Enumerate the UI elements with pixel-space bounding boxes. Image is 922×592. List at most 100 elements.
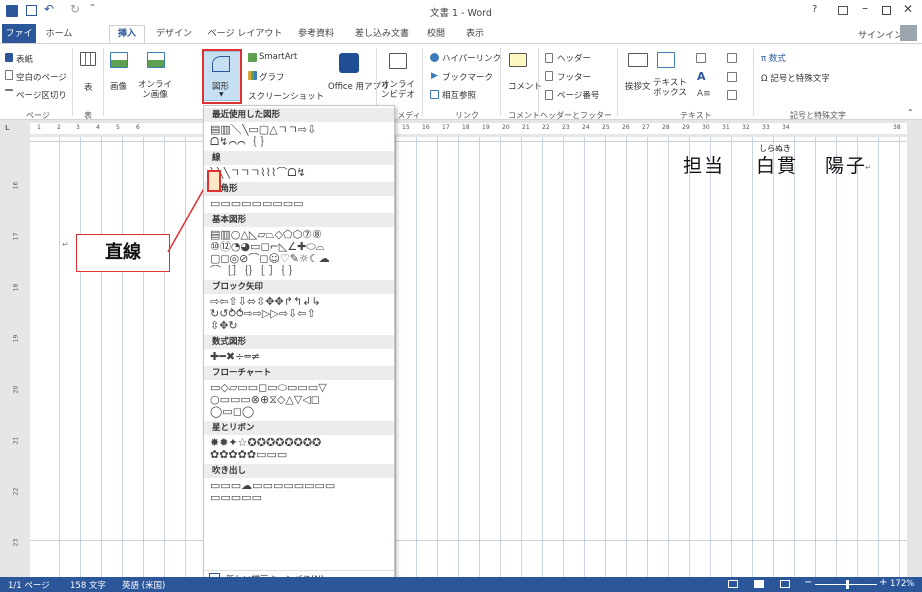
grid-line <box>584 137 585 577</box>
shape-row[interactable]: ⑩⑫◔◕▭◻⌐◺∠✚⬭⌓ <box>210 241 392 253</box>
header-icon <box>545 53 553 63</box>
ruler-number: 6 <box>136 124 140 131</box>
screenshot-button[interactable]: スクリーンショット <box>248 90 324 102</box>
ruler-number: 25 <box>602 124 610 131</box>
ruler-number: 20 <box>502 124 510 131</box>
shape-row[interactable]: ○▭▭▭⊗⊕⧖◇△▽◁◻ <box>210 394 392 406</box>
grid-line <box>563 137 564 577</box>
word-count[interactable]: 158 文字 <box>70 579 106 591</box>
greeting-icon <box>628 53 648 67</box>
tab-references[interactable]: 参考資料 <box>292 26 340 42</box>
tab-review[interactable]: 校閲 <box>421 26 451 42</box>
online-picture-button[interactable]: オンライン画像 <box>137 80 173 100</box>
tab-page-layout[interactable]: ページ レイアウト <box>207 26 283 42</box>
vertical-ruler[interactable]: 16 17 18 19 20 21 22 23 <box>10 137 24 577</box>
save-icon[interactable] <box>26 5 37 16</box>
page-break-button[interactable]: ページ区切り <box>16 89 67 101</box>
print-layout-icon[interactable] <box>754 580 764 588</box>
shape-row[interactable]: ◯▭◻◯ <box>210 406 392 418</box>
shape-row[interactable]: ⌒［］｛｝［ ］｛ ｝ <box>210 265 392 277</box>
grid-line <box>647 137 648 577</box>
online-video-button[interactable]: オンラインビデオ <box>380 80 416 100</box>
maximize-icon[interactable] <box>882 6 891 15</box>
zoom-out-icon[interactable]: − <box>804 577 812 588</box>
shape-row[interactable]: ▭▭▭☁▭▭▭▭▭▭▭▭ <box>210 480 392 492</box>
tab-file[interactable]: ファイル <box>2 24 36 59</box>
shape-category-header: 数式図形 <box>204 335 394 349</box>
tab-view[interactable]: 表示 <box>460 26 490 42</box>
tab-insert[interactable]: 挿入 <box>109 25 145 45</box>
textbox-button[interactable]: テキストボックス <box>650 78 690 98</box>
tab-selector-icon[interactable]: ʟ <box>5 123 10 133</box>
shape-row[interactable]: ✸✹✦☆✪✪✪✪✪✪✪✪ <box>210 437 392 449</box>
web-layout-icon[interactable] <box>780 580 790 588</box>
minimize-icon[interactable]: – <box>862 1 868 15</box>
picture-button[interactable]: 画像 <box>110 80 127 92</box>
greeting-button[interactable]: 挨拶文 <box>625 80 651 92</box>
vruler-number: 17 <box>12 232 20 241</box>
shape-row[interactable]: ᗝ↯⌒⌒｛ ｝ <box>210 136 392 148</box>
hyperlink-button[interactable]: ハイパーリンク <box>442 52 501 64</box>
user-avatar-icon[interactable] <box>900 25 917 41</box>
divider <box>617 48 618 116</box>
shape-row[interactable]: ⇳✥↻ <box>210 320 392 332</box>
divider <box>753 48 754 116</box>
line-shape-highlight[interactable] <box>207 170 221 192</box>
zoom-level[interactable]: 172% <box>890 579 914 589</box>
ruler-number: 17 <box>442 124 450 131</box>
comment-button[interactable]: コメント <box>508 80 542 92</box>
horizontal-ruler[interactable]: ʟ 1 2 3 4 5 6 15 16 17 18 19 20 21 22 23 24 25 26 27 28 29 30… <box>0 121 922 136</box>
shape-row[interactable]: ⇨⇦⇧⇩⬄⇳✥✥↱↰↲↳ <box>210 296 392 308</box>
collapse-ribbon-icon[interactable]: ⌃ <box>907 108 914 117</box>
shape-row[interactable]: ✚━✖÷═≠ <box>210 351 392 363</box>
page-count[interactable]: 1/1 ページ <box>8 579 50 591</box>
shape-row[interactable]: ▤▥＼╲▭▢△ㄱㄱ⇨⇩ <box>210 124 392 136</box>
read-mode-icon[interactable] <box>728 580 738 588</box>
text-cursor-mark: ↵ <box>62 240 69 249</box>
shape-row[interactable]: ▭▭▭▭▭ <box>210 492 392 504</box>
redo-icon[interactable]: ↻ <box>70 2 80 16</box>
shape-row[interactable]: ▭◇▱▭▭◻▭⬭▭▭▭▽ <box>210 382 392 394</box>
shape-row[interactable]: ▤▥○△◺▱⏢◇⬠⬡⑦⑧ <box>210 229 392 241</box>
window-title: 文書 1 - Word <box>430 8 492 19</box>
shape-row[interactable]: ↻↺⥁⥀⇨⇨▷▷⇨⇩⇦⇧ <box>210 308 392 320</box>
grid-line <box>500 137 501 577</box>
help-button[interactable]: ? <box>812 4 817 15</box>
language[interactable]: 英語 (米国) <box>122 579 165 591</box>
shape-row[interactable]: ▭▭▭▭▭▭▭▭▭ <box>210 198 392 210</box>
shape-row[interactable]: ▢◻◎⊘⌒◻☺♡✎☼☾☁ <box>210 253 392 265</box>
header-button[interactable]: ヘッダー <box>557 52 591 64</box>
symbol-button[interactable]: Ω 記号と特殊文字 <box>761 72 830 84</box>
bookmark-button[interactable]: ブックマーク <box>442 71 493 83</box>
shape-row[interactable]: ✿✿✿✿✿▭▭▭ <box>210 449 392 461</box>
shape-row[interactable]: ╲╲╲ㄱㄱㄱ⌇⌇⌇⌒ᗝ↯ <box>210 167 392 179</box>
blank-page-button[interactable]: 空白のページ <box>16 71 67 83</box>
close-icon[interactable]: ✕ <box>903 2 913 16</box>
zoom-in-icon[interactable]: + <box>879 577 887 588</box>
grid-line <box>668 137 669 577</box>
crossref-button[interactable]: 相互参照 <box>442 89 476 101</box>
footer-button[interactable]: フッター <box>557 71 591 83</box>
page-number-button[interactable]: ページ番号 <box>557 89 599 101</box>
qat-menu-icon[interactable]: ⁼ <box>90 3 95 13</box>
ribbon-display-icon[interactable] <box>838 6 848 15</box>
tab-design[interactable]: デザイン <box>154 26 194 42</box>
zoom-slider-thumb[interactable] <box>846 580 849 589</box>
ruler-number: 22 <box>542 124 550 131</box>
bookmark-icon: ▶ <box>431 71 438 81</box>
equation-button[interactable]: π 数式 <box>761 52 786 64</box>
grid-line <box>542 137 543 577</box>
cover-page-button[interactable]: 表紙 <box>16 53 33 65</box>
table-button[interactable]: 表 <box>84 81 93 93</box>
undo-icon[interactable]: ↶ <box>44 2 54 16</box>
grid-line <box>689 137 690 577</box>
tab-home[interactable]: ホーム <box>42 26 76 42</box>
chart-button[interactable]: グラフ <box>259 71 285 83</box>
shapes-gallery[interactable]: 最近使用した図形 ▤▥＼╲▭▢△ㄱㄱ⇨⇩ ᗝ↯⌒⌒｛ ｝ 線 ╲╲╲ㄱㄱㄱ⌇⌇⌇⌒ᗝ↯ 四… <box>203 105 395 589</box>
tab-mailings[interactable]: 差し込み文書 <box>350 26 414 42</box>
grid-line <box>122 137 123 577</box>
signin-link[interactable]: サインイン <box>858 28 903 41</box>
smartart-button[interactable]: SmartArt <box>259 52 297 62</box>
word-app-icon[interactable] <box>6 5 18 17</box>
blank-page-icon <box>5 70 13 80</box>
